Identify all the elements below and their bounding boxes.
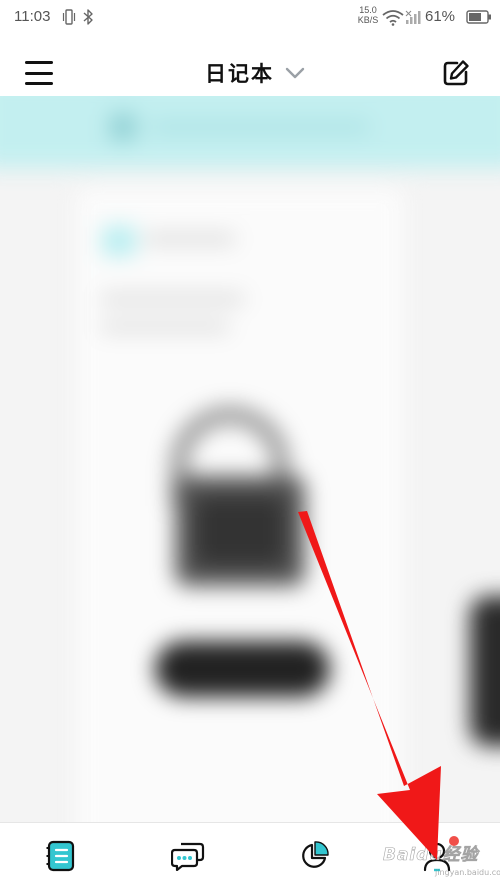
notebook-selector[interactable]: 日记本: [205, 56, 306, 90]
watermark-sub: jingyan.baidu.com: [435, 868, 500, 877]
nav-diary-tab[interactable]: [38, 833, 84, 879]
edit-icon[interactable]: [441, 58, 471, 88]
menu-icon[interactable]: [24, 58, 54, 88]
signal-icon: [405, 10, 421, 24]
battery-percent: 61%: [425, 8, 456, 25]
network-speed: 15.0 KB/S: [355, 5, 381, 25]
page-title: 日记本: [205, 61, 274, 86]
watermark-text: Baidu经验: [383, 845, 479, 866]
battery-icon: [466, 10, 491, 24]
status-time: 11:03: [14, 8, 51, 25]
blurred-content-area: [0, 96, 500, 822]
diary-icon: [46, 840, 75, 872]
stats-icon: [302, 841, 329, 868]
nav-chat-tab[interactable]: [165, 833, 211, 879]
wifi-icon: [382, 10, 404, 26]
network-speed-unit: KB/S: [357, 15, 379, 25]
vibrate-icon: [62, 9, 76, 25]
status-bar: 11:03 15.0 KB/S 61%: [0, 0, 500, 34]
blurred-button: [155, 641, 330, 697]
baidu-watermark: Baidu经验 jingyan.baidu.com: [383, 840, 500, 886]
chevron-down-icon: [285, 67, 305, 79]
network-speed-value: 15.0: [359, 5, 377, 15]
nav-stats-tab[interactable]: [291, 833, 337, 879]
chat-icon: [171, 842, 205, 871]
bluetooth-icon: [83, 9, 93, 25]
blurred-banner: [0, 96, 500, 168]
